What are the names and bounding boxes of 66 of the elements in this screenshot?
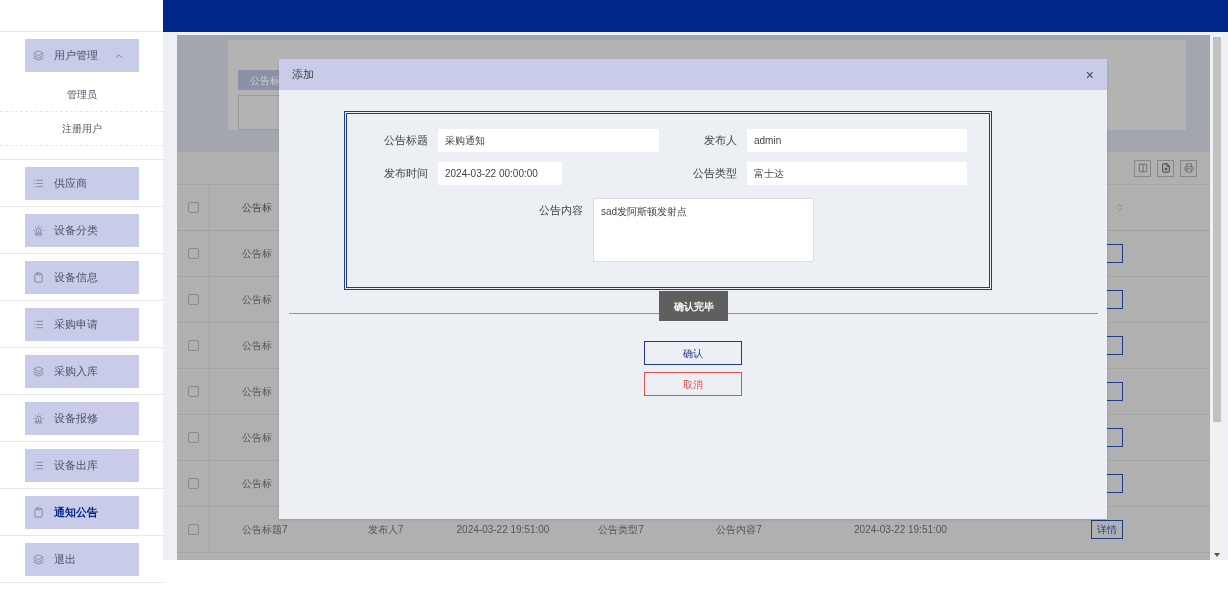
list-icon <box>32 178 44 189</box>
sort-icon[interactable] <box>1115 203 1124 212</box>
clipboard-icon <box>32 272 44 283</box>
text-area[interactable]: sad发阿斯顿发射点 <box>593 198 814 262</box>
layers-icon <box>32 366 44 377</box>
field-label: 发布时间 <box>383 166 429 182</box>
field-label: 发布人 <box>703 133 738 149</box>
input-field[interactable]: admin <box>747 129 967 152</box>
list-icon <box>32 319 44 330</box>
close-button[interactable]: × <box>1085 67 1094 82</box>
table-cell: 公告类型7 <box>598 524 644 535</box>
columns-icon <box>1137 163 1148 173</box>
checkbox[interactable] <box>187 478 199 489</box>
table-cell: 公告标 <box>242 386 272 397</box>
table-cell: 公告标题7 <box>242 524 288 535</box>
alarm-icon <box>32 225 44 236</box>
sidebar-item[interactable]: 设备出库 <box>24 449 139 482</box>
sidebar-item[interactable]: 采购入库 <box>24 355 139 388</box>
alarm-icon <box>32 413 44 424</box>
export-button[interactable] <box>1157 159 1174 177</box>
sidebar-item[interactable]: 采购申请 <box>24 308 139 341</box>
checkbox[interactable] <box>187 340 199 351</box>
sidebar-item[interactable]: 退出 <box>24 543 139 576</box>
submenu-item[interactable]: 管理员 <box>66 87 97 102</box>
table-cell: 公告标 <box>242 432 272 443</box>
sidebar-item[interactable]: 用户管理 <box>24 39 139 72</box>
checkbox[interactable] <box>187 248 199 259</box>
done-button[interactable]: 确认完毕 <box>659 291 728 321</box>
confirm-button[interactable]: 确认 <box>644 341 742 365</box>
sidebar-item[interactable]: 供应商 <box>24 167 139 200</box>
layers-icon <box>32 554 44 565</box>
table-cell: 公告标 <box>242 478 272 489</box>
table-cell: 2024-03-22 19:51:00 <box>456 524 550 535</box>
table-cell: 发布人7 <box>367 524 404 535</box>
input-field[interactable]: 富士达 <box>747 162 967 185</box>
table-cell: 公告标 <box>242 294 272 305</box>
printer-icon <box>1183 163 1194 173</box>
checkbox[interactable] <box>187 294 199 305</box>
table-cell: 2024-03-22 19:51:00 <box>854 524 947 535</box>
sidebar-item[interactable]: 设备信息 <box>24 261 139 294</box>
input-field[interactable]: 采购通知 <box>438 129 659 152</box>
checkbox[interactable] <box>187 386 199 397</box>
checkbox[interactable] <box>187 524 199 535</box>
checkbox[interactable] <box>187 202 199 213</box>
file-upload-icon <box>1160 163 1171 173</box>
layers-icon <box>32 50 44 61</box>
sidebar-item[interactable]: 设备报修 <box>24 402 139 435</box>
checkbox[interactable] <box>187 432 199 443</box>
table-cell: 公告内容7 <box>716 524 762 535</box>
clipboard-icon <box>32 507 44 518</box>
table-cell: 公告标 <box>242 340 272 351</box>
column-header: 公告标 <box>242 202 272 213</box>
field-label: 公告类型 <box>692 166 738 182</box>
cancel-button[interactable]: 取消 <box>644 372 742 396</box>
field-label: 公告标题 <box>383 133 429 149</box>
sidebar-item[interactable]: 设备分类 <box>24 214 139 247</box>
input-field[interactable]: 2024-03-22 00:00:00 <box>438 162 562 185</box>
submenu-item[interactable]: 注册用户 <box>61 121 102 136</box>
detail-button[interactable]: 详情 <box>1090 520 1123 539</box>
columns-button[interactable] <box>1134 159 1151 177</box>
sidebar-item[interactable]: 通知公告 <box>24 496 139 529</box>
table-cell: 公告标 <box>242 248 272 259</box>
scrollbar[interactable] <box>1211 35 1222 560</box>
field-label: 公告内容 <box>538 203 584 218</box>
list-icon <box>32 460 44 471</box>
print-button[interactable] <box>1180 159 1197 177</box>
